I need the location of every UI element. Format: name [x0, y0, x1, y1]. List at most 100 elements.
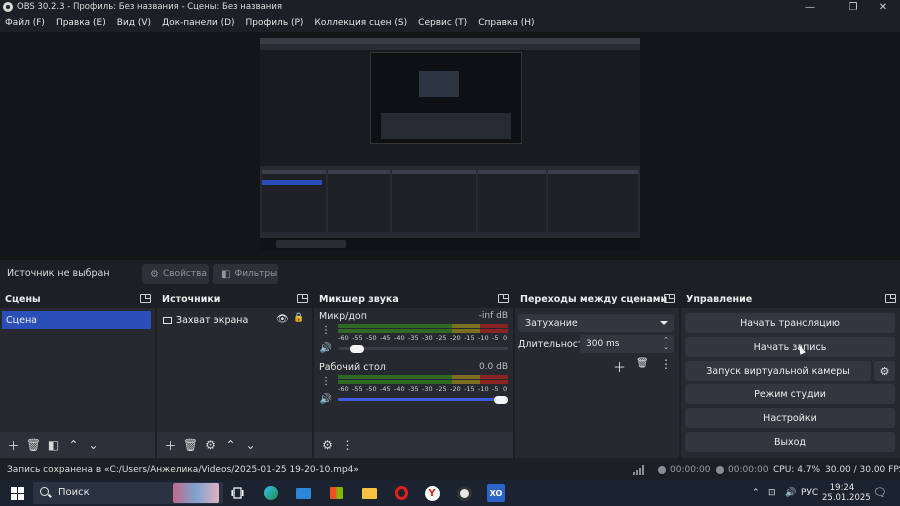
advanced-audio-icon[interactable]: ⚙ [318, 436, 337, 455]
preview-area [0, 32, 900, 260]
remove-source-icon[interactable]: 🗑 [181, 436, 200, 455]
mic-volume-meter [338, 324, 508, 333]
undock-icon[interactable] [297, 294, 308, 303]
transition-menu-icon[interactable]: ⋮ [660, 357, 672, 371]
edge-browser-icon[interactable] [262, 484, 280, 502]
menu-tools[interactable]: Сервис (T) [418, 18, 467, 28]
start-recording-button[interactable]: Начать запись [685, 337, 895, 357]
menu-scene-collection[interactable]: Коллекция сцен (S) [314, 18, 407, 28]
menu-edit[interactable]: Правка (E) [56, 18, 106, 28]
volume-icon[interactable]: 🔊 [785, 488, 796, 498]
source-properties-icon[interactable]: ⚙ [201, 436, 220, 455]
sources-title: Источники [162, 294, 221, 305]
start-virtual-camera-button[interactable]: Запуск виртуальной камеры [685, 361, 871, 381]
obs-logo-icon [3, 2, 13, 12]
lock-icon[interactable]: 🔒 [293, 313, 304, 323]
gear-icon: ⚙ [150, 268, 159, 280]
opera-browser-icon[interactable] [392, 484, 410, 502]
duration-spinbox[interactable]: 300 ms ⌃ ⌄ [580, 335, 674, 353]
undock-icon[interactable] [498, 294, 509, 303]
add-source-icon[interactable]: ＋ [161, 436, 180, 455]
move-up-icon[interactable]: ⌃ [221, 436, 240, 455]
transition-type-select[interactable]: Затухание [518, 314, 674, 332]
menu-view[interactable]: Вид (V) [117, 18, 151, 28]
controls-title: Управление [686, 294, 753, 305]
undock-icon[interactable] [664, 294, 675, 303]
app-xo-icon[interactable]: XO [487, 484, 505, 502]
source-toolbar: Источник не выбран ⚙ Свойства ◧ Фильтры [0, 260, 900, 288]
scene-filters-icon[interactable]: ◧ [44, 436, 63, 455]
mic-speaker-icon[interactable]: 🔊 [319, 340, 333, 356]
tray-chevron-up-icon[interactable]: ⌃ [752, 488, 760, 498]
desktop-channel-db: 0.0 dB [478, 362, 508, 372]
spin-arrows-icon[interactable]: ⌃ ⌄ [663, 337, 669, 351]
desktop-speaker-icon[interactable]: 🔊 [319, 391, 333, 407]
language-indicator[interactable]: РУС [801, 488, 818, 498]
desktop-menu-icon[interactable]: ⋮ [319, 373, 333, 389]
mail-icon[interactable] [294, 484, 312, 502]
obs-taskbar-icon[interactable] [455, 484, 473, 502]
file-explorer-icon[interactable] [360, 484, 378, 502]
add-transition-icon[interactable]: ＋ [613, 357, 626, 376]
status-bar: Запись сохранена в «C:/Users/Анжелика/Vi… [0, 460, 900, 480]
desktop-meter-scale: -60 -55 -50 -45 -40 -35 -30 -25 -20 -15 -10 -5 0 [338, 385, 508, 393]
task-view-icon[interactable] [228, 484, 246, 502]
desktop-volume-slider[interactable] [338, 398, 508, 401]
studio-mode-button[interactable]: Режим студии [685, 384, 895, 404]
menu-profile[interactable]: Профиль (P) [246, 18, 304, 28]
network-icon[interactable]: ⊡ [768, 488, 776, 498]
record-time: 00:00:00 [728, 465, 769, 475]
undock-icon[interactable] [885, 294, 896, 303]
sources-toolbar: ＋ 🗑 ⚙ ⌃ ⌄ [157, 432, 312, 458]
chevron-down-icon [660, 321, 668, 325]
mixer-menu-icon[interactable]: ⋮ [338, 436, 357, 455]
menu-help[interactable]: Справка (H) [478, 18, 534, 28]
scenes-title: Сцены [5, 294, 41, 305]
undock-icon[interactable] [140, 294, 151, 303]
menu-file[interactable]: Файл (F) [5, 18, 45, 28]
start-streaming-button[interactable]: Начать трансляцию [685, 313, 895, 333]
store-icon[interactable] [327, 484, 345, 502]
desktop-volume-knob[interactable] [494, 396, 508, 404]
mixer-title: Микшер звука [319, 294, 399, 305]
minimize-button[interactable]: — [795, 0, 825, 14]
scene-item[interactable]: Сцена [2, 311, 151, 329]
remove-transition-icon[interactable]: 🗑 [636, 358, 649, 369]
exit-button[interactable]: Выход [685, 432, 895, 452]
filter-icon: ◧ [221, 268, 231, 280]
visibility-eye-icon[interactable]: 👁 [276, 314, 289, 325]
scenes-list: Сцена [0, 308, 155, 432]
move-down-icon[interactable]: ⌄ [84, 436, 103, 455]
status-message: Запись сохранена в «C:/Users/Анжелика/Vi… [7, 465, 359, 475]
mic-channel-name: Микр/доп [319, 311, 367, 322]
virtual-camera-settings-button[interactable]: ⚙ [874, 361, 895, 381]
mic-menu-icon[interactable]: ⋮ [319, 322, 333, 338]
move-down-icon[interactable]: ⌄ [241, 436, 260, 455]
preview-canvas[interactable] [260, 38, 640, 250]
restore-button[interactable]: ❐ [838, 0, 868, 14]
move-up-icon[interactable]: ⌃ [64, 436, 83, 455]
mic-meter-scale: -60 -55 -50 -45 -40 -35 -30 -25 -20 -15 -10 -5 0 [338, 334, 508, 342]
menu-docks[interactable]: Док-панели (D) [162, 18, 234, 28]
desktop-volume-meter [338, 375, 508, 384]
mic-volume-knob[interactable] [350, 345, 365, 353]
properties-button[interactable]: ⚙ Свойства [142, 264, 209, 284]
title-bar: OBS 30.2.3 - Профиль: Без названия - Сце… [0, 0, 900, 14]
notifications-icon[interactable]: 🗨 [873, 486, 887, 499]
sources-list: Захват экрана 👁 🔒 [157, 308, 312, 432]
windows-taskbar: Поиск Y XO ⌃ ⊡ 🔊 РУС 19:24 25.01.2025 🗨 [0, 480, 900, 506]
fps-counter: 30.00 / 30.00 FPS [825, 465, 900, 475]
taskbar-search[interactable]: Поиск [33, 482, 223, 504]
preview-nested-preview [370, 52, 522, 144]
settings-button[interactable]: Настройки [685, 408, 895, 428]
remove-scene-icon[interactable]: 🗑 [24, 436, 43, 455]
windows-start-icon[interactable] [8, 484, 26, 502]
system-clock[interactable]: 19:24 25.01.2025 [822, 483, 871, 503]
stream-time: 00:00:00 [670, 465, 711, 475]
network-signal-icon [633, 465, 645, 475]
yandex-browser-icon[interactable]: Y [423, 484, 441, 502]
close-button[interactable]: ✕ [868, 0, 898, 14]
cpu-usage: CPU: 4.7% [773, 465, 821, 475]
add-scene-icon[interactable]: ＋ [4, 436, 23, 455]
filters-button[interactable]: ◧ Фильтры [213, 264, 278, 284]
